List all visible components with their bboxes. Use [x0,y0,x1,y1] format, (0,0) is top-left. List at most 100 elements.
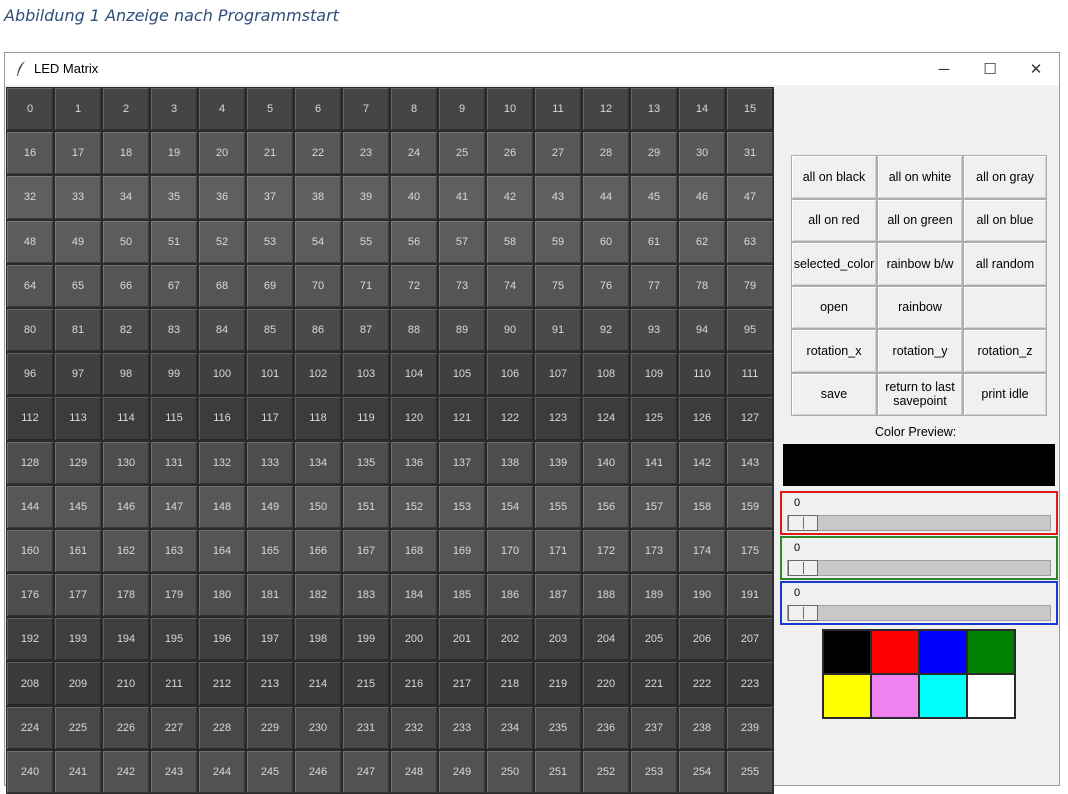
led-cell-107[interactable]: 107 [534,352,582,397]
led-cell-101[interactable]: 101 [246,352,294,397]
led-cell-105[interactable]: 105 [438,352,486,397]
led-cell-127[interactable]: 127 [726,396,774,441]
led-cell-73[interactable]: 73 [438,263,486,308]
led-cell-7[interactable]: 7 [342,87,390,132]
led-cell-151[interactable]: 151 [342,484,390,529]
led-cell-122[interactable]: 122 [486,396,534,441]
led-cell-203[interactable]: 203 [534,617,582,662]
led-cell-22[interactable]: 22 [294,131,342,176]
led-cell-164[interactable]: 164 [198,528,246,574]
blue-slider-handle[interactable] [788,605,818,621]
led-cell-157[interactable]: 157 [630,484,678,529]
swatch-green[interactable] [967,630,1015,674]
led-cell-109[interactable]: 109 [630,352,678,397]
led-cell-89[interactable]: 89 [438,307,486,353]
led-cell-145[interactable]: 145 [54,484,102,529]
led-cell-79[interactable]: 79 [726,263,774,308]
green-slider-trough[interactable] [787,560,1051,576]
led-cell-115[interactable]: 115 [150,396,198,441]
led-cell-60[interactable]: 60 [582,219,630,264]
led-cell-118[interactable]: 118 [294,396,342,441]
led-cell-41[interactable]: 41 [438,175,486,220]
led-cell-201[interactable]: 201 [438,617,486,662]
led-cell-114[interactable]: 114 [102,396,150,441]
led-cell-209[interactable]: 209 [54,661,102,706]
led-cell-246[interactable]: 246 [294,749,342,794]
led-cell-226[interactable]: 226 [102,705,150,750]
led-cell-163[interactable]: 163 [150,528,198,574]
led-cell-83[interactable]: 83 [150,307,198,353]
led-cell-29[interactable]: 29 [630,131,678,176]
print-idle-button[interactable]: print idle [963,372,1047,416]
rainbow-button[interactable]: rainbow [877,285,963,329]
led-cell-18[interactable]: 18 [102,131,150,176]
green-slider[interactable]: 0 [780,536,1058,580]
led-cell-30[interactable]: 30 [678,131,726,176]
led-cell-121[interactable]: 121 [438,396,486,441]
led-cell-237[interactable]: 237 [630,705,678,750]
led-cell-90[interactable]: 90 [486,307,534,353]
led-cell-193[interactable]: 193 [54,617,102,662]
swatch-cyan[interactable] [919,674,967,718]
green-slider-handle[interactable] [788,560,818,576]
led-cell-87[interactable]: 87 [342,307,390,353]
led-cell-65[interactable]: 65 [54,263,102,308]
led-cell-223[interactable]: 223 [726,661,774,706]
led-cell-13[interactable]: 13 [630,87,678,132]
led-cell-63[interactable]: 63 [726,219,774,264]
led-cell-75[interactable]: 75 [534,263,582,308]
empty-button[interactable] [963,285,1047,329]
led-cell-9[interactable]: 9 [438,87,486,132]
led-cell-137[interactable]: 137 [438,440,486,485]
led-cell-212[interactable]: 212 [198,661,246,706]
led-cell-27[interactable]: 27 [534,131,582,176]
led-cell-183[interactable]: 183 [342,573,390,618]
save-button[interactable]: save [791,372,877,416]
led-cell-133[interactable]: 133 [246,440,294,485]
led-cell-150[interactable]: 150 [294,484,342,529]
led-cell-51[interactable]: 51 [150,219,198,264]
led-cell-219[interactable]: 219 [534,661,582,706]
all-on-red-button[interactable]: all on red [791,198,877,242]
led-cell-199[interactable]: 199 [342,617,390,662]
led-cell-217[interactable]: 217 [438,661,486,706]
led-cell-66[interactable]: 66 [102,263,150,308]
led-cell-47[interactable]: 47 [726,175,774,220]
led-cell-191[interactable]: 191 [726,573,774,618]
led-cell-255[interactable]: 255 [726,749,774,794]
led-cell-200[interactable]: 200 [390,617,438,662]
close-icon[interactable]: ✕ [1013,53,1059,85]
led-cell-206[interactable]: 206 [678,617,726,662]
led-cell-25[interactable]: 25 [438,131,486,176]
led-cell-42[interactable]: 42 [486,175,534,220]
led-cell-186[interactable]: 186 [486,573,534,618]
led-cell-11[interactable]: 11 [534,87,582,132]
led-cell-124[interactable]: 124 [582,396,630,441]
led-cell-116[interactable]: 116 [198,396,246,441]
led-cell-251[interactable]: 251 [534,749,582,794]
led-cell-176[interactable]: 176 [6,573,54,618]
led-cell-64[interactable]: 64 [6,263,54,308]
led-cell-216[interactable]: 216 [390,661,438,706]
minimize-icon[interactable]: ─ [921,53,967,85]
all-on-blue-button[interactable]: all on blue [963,198,1047,242]
led-cell-96[interactable]: 96 [6,352,54,397]
led-cell-155[interactable]: 155 [534,484,582,529]
led-cell-93[interactable]: 93 [630,307,678,353]
swatch-white[interactable] [967,674,1015,718]
led-cell-49[interactable]: 49 [54,219,102,264]
led-cell-197[interactable]: 197 [246,617,294,662]
led-cell-225[interactable]: 225 [54,705,102,750]
led-cell-179[interactable]: 179 [150,573,198,618]
led-cell-12[interactable]: 12 [582,87,630,132]
led-cell-77[interactable]: 77 [630,263,678,308]
led-cell-253[interactable]: 253 [630,749,678,794]
led-cell-26[interactable]: 26 [486,131,534,176]
led-cell-48[interactable]: 48 [6,219,54,264]
led-cell-210[interactable]: 210 [102,661,150,706]
led-cell-58[interactable]: 58 [486,219,534,264]
led-cell-128[interactable]: 128 [6,440,54,485]
rotation-y-button[interactable]: rotation_y [877,329,963,373]
led-cell-94[interactable]: 94 [678,307,726,353]
led-cell-57[interactable]: 57 [438,219,486,264]
